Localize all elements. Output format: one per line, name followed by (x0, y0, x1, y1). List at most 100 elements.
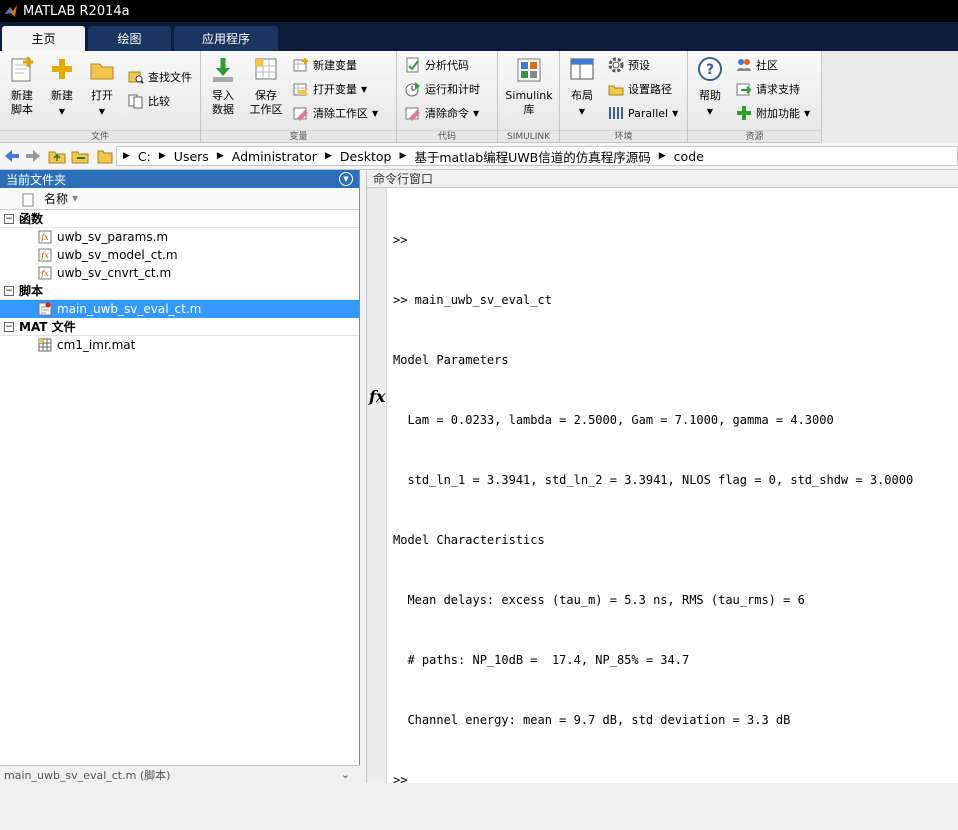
simulink-library-label: Simulink 库 (505, 89, 553, 116)
file-name: main_uwb_sv_eval_ct.m (57, 302, 202, 316)
simulink-library-button[interactable]: Simulink 库 (502, 55, 556, 117)
import-data-button[interactable]: 导入 数据 (207, 55, 239, 117)
tab-plots[interactable]: 绘图 (88, 26, 171, 51)
find-files-label: 查找文件 (148, 71, 192, 84)
find-files-icon (128, 71, 144, 84)
current-folder-title: 当前文件夹 (6, 172, 67, 187)
path-segment-desktop[interactable]: Desktop (340, 149, 392, 164)
command-output[interactable]: >> >> main_uwb_sv_eval_ct Model Paramete… (393, 190, 958, 830)
section-functions[interactable]: − 函数 (0, 210, 359, 228)
command-window-pane: 命令行窗口 fx >> >> main_uwb_sv_eval_ct Model… (366, 170, 958, 787)
command-window-header: 命令行窗口 (367, 170, 958, 188)
file-details-bar[interactable]: main_uwb_sv_eval_ct.m (脚本) ⌄ (0, 765, 360, 783)
community-label: 社区 (756, 59, 778, 72)
import-data-icon (213, 58, 233, 82)
path-segment-project[interactable]: 基于matlab编程UWB信道的仿真程序源码 (414, 147, 650, 165)
layout-icon (570, 58, 594, 80)
svg-text:fx: fx (40, 233, 49, 242)
compare-icon (128, 94, 143, 109)
up-folder-icon[interactable] (48, 148, 66, 164)
file-item-selected[interactable]: main_uwb_sv_eval_ct.m (0, 300, 359, 318)
open-variable-button[interactable]: 打开变量 ▼ (293, 79, 367, 99)
run-and-time-icon (405, 82, 420, 97)
path-segment-drive[interactable]: C: (138, 149, 151, 164)
chevron-down-icon[interactable]: ⌄ (341, 768, 350, 781)
new-dropdown-icon: ▼ (58, 107, 66, 116)
set-path-button[interactable]: 设置路径 (608, 79, 672, 99)
browse-folder-icon[interactable] (71, 148, 89, 164)
open-variable-dropdown-icon: ▼ (361, 84, 368, 94)
sort-caret-icon: ▼ (72, 194, 79, 203)
forward-arrow-icon[interactable] (25, 149, 41, 163)
folder-icon (97, 150, 113, 164)
window-title: MATLAB R2014a (23, 3, 130, 19)
pane-menu-icon[interactable]: ▼ (339, 172, 353, 186)
console-line: # paths: NP_10dB = 17.4, NP_85% = 34.7 (393, 653, 690, 667)
file-item[interactable]: fx uwb_sv_cnvrt_ct.m (0, 264, 359, 282)
clear-workspace-button[interactable]: 清除工作区 ▼ (293, 103, 378, 123)
request-support-icon (736, 83, 752, 96)
path-segment-code[interactable]: code (674, 149, 704, 164)
clear-commands-dropdown-icon: ▼ (473, 108, 480, 118)
column-header[interactable]: 名称 ▼ (0, 188, 359, 210)
file-item[interactable]: fx uwb_sv_model_ct.m (0, 246, 359, 264)
collapse-icon[interactable]: − (4, 213, 14, 224)
svg-text:fx: fx (40, 269, 49, 278)
group-resources-label: 资源 (688, 130, 821, 142)
file-name: uwb_sv_model_ct.m (57, 248, 178, 262)
request-support-button[interactable]: 请求支持 (736, 79, 800, 99)
command-prompt[interactable]: >> (393, 770, 958, 790)
group-simulink-label: SIMULINK (498, 130, 559, 142)
analyze-code-label: 分析代码 (425, 59, 469, 72)
new-script-button[interactable]: 新建 脚本 (6, 55, 38, 117)
clear-commands-icon (405, 107, 420, 121)
clear-commands-button[interactable]: 清除命令 ▼ (405, 103, 479, 123)
script-file-icon (38, 302, 52, 316)
file-item[interactable]: fx uwb_sv_params.m (0, 228, 359, 246)
tab-apps[interactable]: 应用程序 (174, 26, 278, 51)
clear-workspace-icon (293, 107, 308, 121)
function-browser-icon[interactable]: fx (369, 387, 385, 406)
path-segment-administrator[interactable]: Administrator (232, 149, 317, 164)
new-variable-button[interactable]: 新建变量 (293, 55, 357, 75)
svg-text:?: ? (706, 62, 714, 78)
file-item[interactable]: cm1_imr.mat (0, 336, 359, 354)
section-scripts[interactable]: − 脚本 (0, 282, 359, 300)
new-button[interactable]: 新建 ▼ (46, 55, 78, 119)
layout-label: 布局 (571, 89, 593, 102)
preferences-button[interactable]: 预设 (608, 55, 650, 75)
collapse-icon[interactable]: − (4, 285, 14, 296)
open-button[interactable]: 打开 ▼ (86, 55, 118, 119)
save-workspace-button[interactable]: 保存 工作区 (247, 55, 285, 117)
parallel-button[interactable]: Parallel ▼ (608, 103, 678, 123)
compare-button[interactable]: 比较 (128, 91, 170, 111)
ribbon-empty-area (822, 51, 958, 143)
addons-button[interactable]: 附加功能 ▼ (736, 103, 810, 123)
open-folder-icon (90, 63, 114, 80)
community-button[interactable]: 社区 (736, 55, 778, 75)
group-code-label: 代码 (397, 130, 497, 142)
collapse-icon[interactable]: − (4, 321, 14, 332)
help-dropdown-icon: ▼ (706, 107, 714, 116)
new-variable-icon (293, 58, 308, 72)
run-and-time-button[interactable]: 运行和计时 (405, 79, 480, 99)
analyze-code-icon (406, 57, 419, 73)
back-arrow-icon[interactable] (4, 149, 20, 163)
clear-workspace-dropdown-icon: ▼ (372, 108, 379, 118)
command-window-gutter: fx (367, 188, 387, 783)
section-scripts-label: 脚本 (19, 284, 44, 298)
ribbon: 新建 脚本 新建 ▼ 打开 ▼ 查找文件 比较 文件 导入 数据 保存 工作区 … (0, 51, 958, 143)
path-segment-users[interactable]: Users (174, 149, 209, 164)
address-path[interactable]: ▶ C: ▶ Users ▶ Administrator ▶ Desktop ▶… (116, 146, 958, 166)
import-data-label: 导入 数据 (212, 89, 234, 116)
tab-home[interactable]: 主页 (2, 26, 85, 51)
help-button[interactable]: ? 帮助 ▼ (694, 55, 726, 119)
layout-button[interactable]: 布局 ▼ (566, 55, 598, 119)
group-environment-label: 环境 (560, 130, 687, 142)
find-files-button[interactable]: 查找文件 (128, 67, 192, 87)
section-mat-files[interactable]: − MAT 文件 (0, 318, 359, 336)
analyze-code-button[interactable]: 分析代码 (405, 55, 469, 75)
gear-icon (608, 57, 624, 73)
selected-file-status: main_uwb_sv_eval_ct.m (脚本) (4, 768, 171, 782)
group-resources: ? 帮助 ▼ 社区 请求支持 附加功能 ▼ 资源 (688, 51, 822, 143)
